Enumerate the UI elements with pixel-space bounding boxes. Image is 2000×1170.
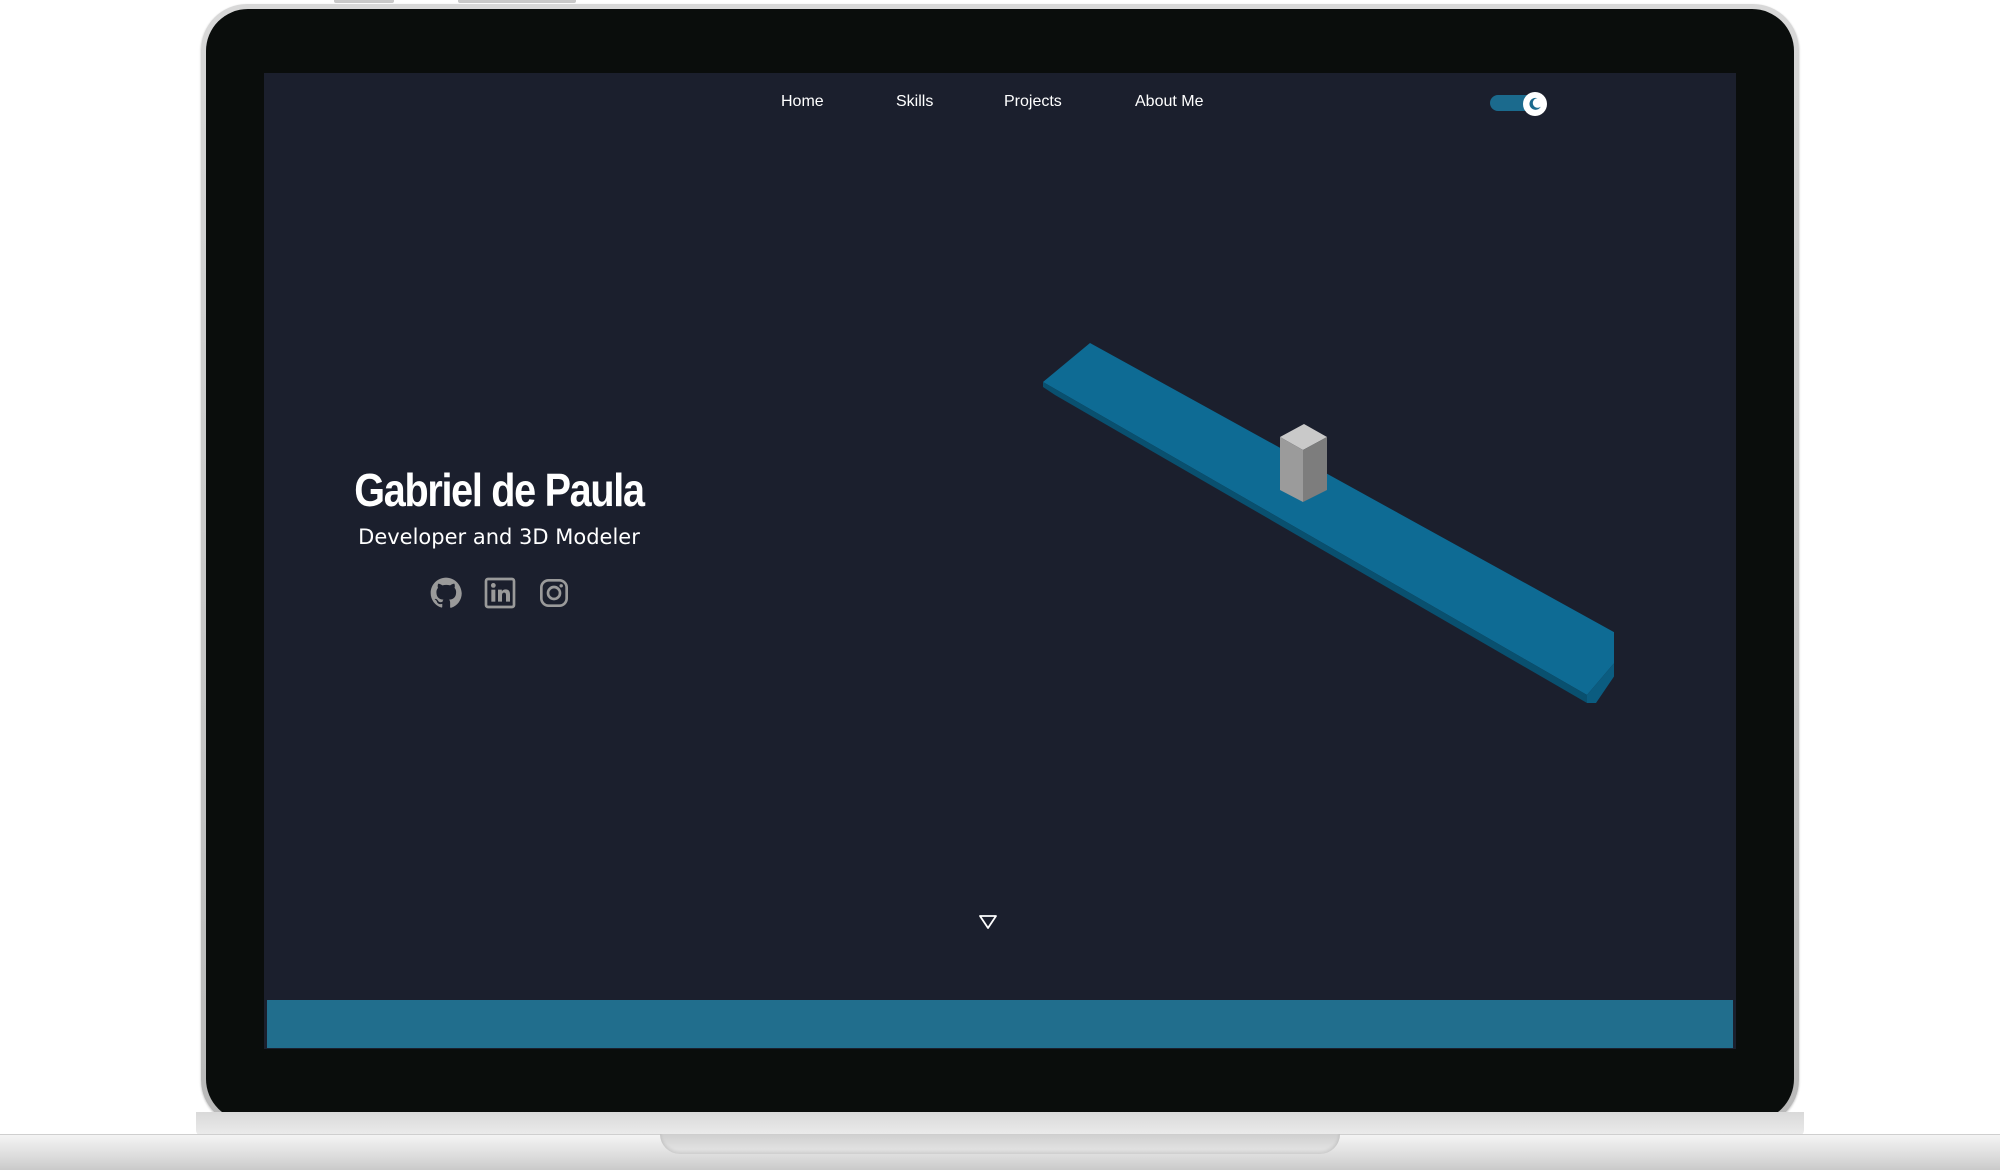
nav-about-me[interactable]: About Me	[1135, 93, 1203, 111]
floating-platform	[1043, 343, 1614, 703]
nav-projects[interactable]: Projects	[1004, 93, 1062, 111]
linkedin-icon[interactable]	[484, 577, 516, 609]
website-screen: Home Skills Projects About Me Gabriel de…	[264, 73, 1736, 1049]
nav-skills[interactable]: Skills	[896, 93, 933, 111]
laptop-opening-notch	[660, 1134, 1340, 1154]
triangle-down-icon[interactable]	[978, 913, 998, 931]
laptop-mockup: Home Skills Projects About Me Gabriel de…	[0, 0, 2000, 1170]
nav-home[interactable]: Home	[781, 93, 824, 111]
social-links	[430, 577, 590, 611]
toggle-knob	[1523, 92, 1547, 116]
laptop-hinge	[196, 1112, 1804, 1136]
footer-accent-bar	[267, 1000, 1733, 1048]
navbar: Home Skills Projects About Me	[264, 73, 1736, 133]
theme-toggle[interactable]	[1490, 92, 1547, 116]
moon-icon	[1529, 97, 1541, 110]
platform-side	[1043, 382, 1587, 703]
lid-tick	[334, 0, 394, 3]
hero-subtitle: Developer and 3D Modeler	[358, 525, 640, 549]
github-icon[interactable]	[430, 577, 462, 609]
instagram-icon[interactable]	[538, 577, 570, 609]
3d-scene[interactable]	[1014, 343, 1614, 793]
hero-name: Gabriel de Paula	[354, 464, 645, 516]
platform-top	[1043, 343, 1614, 695]
lid-tick	[458, 0, 576, 3]
gray-block	[1280, 424, 1327, 502]
